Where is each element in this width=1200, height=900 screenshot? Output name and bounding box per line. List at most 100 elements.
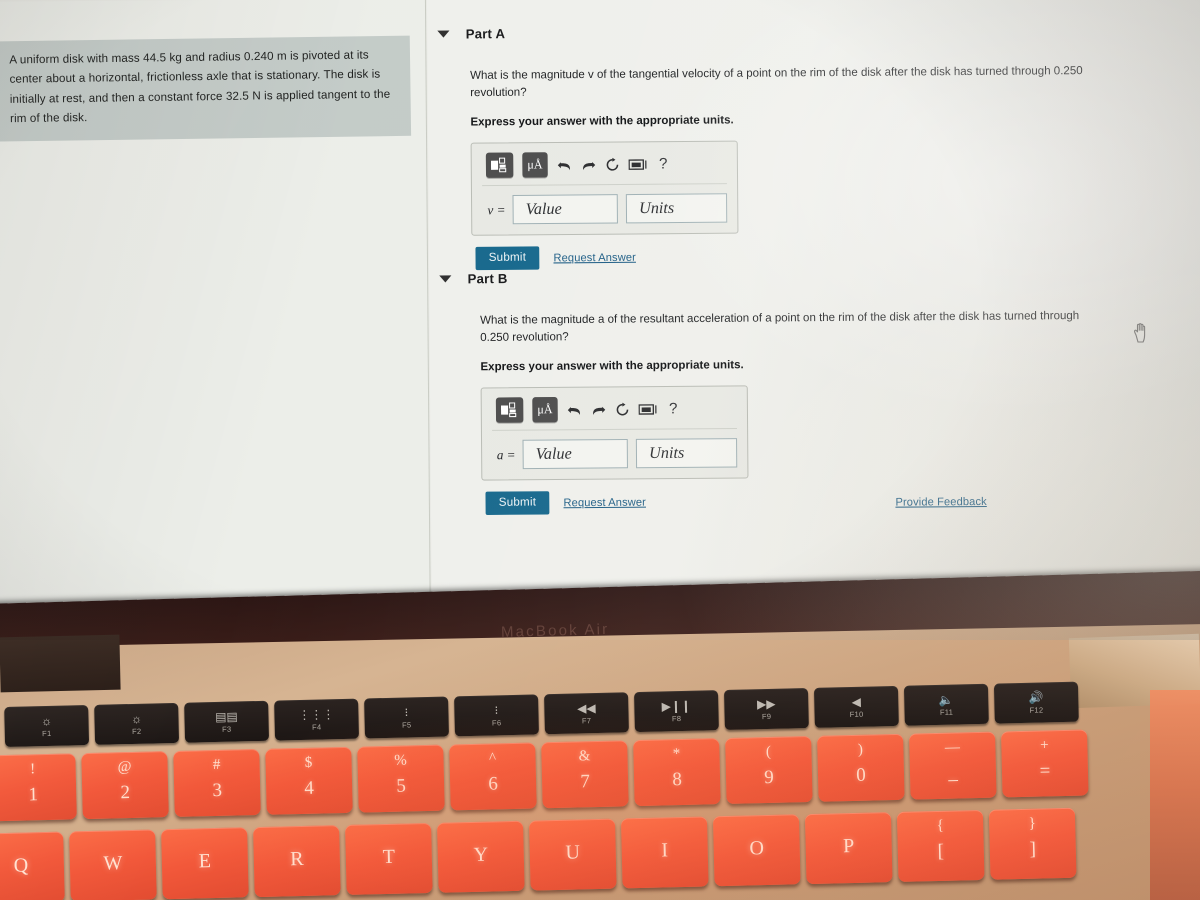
- chevron-down-icon[interactable]: [439, 275, 452, 283]
- key-e[interactable]: E: [161, 827, 249, 900]
- key-5[interactable]: % 5: [357, 744, 445, 813]
- key-_[interactable]: — _: [909, 731, 997, 800]
- letter-key-row: Q W E R T Y U I O P{[}]: [0, 807, 1077, 900]
- function-key-f1[interactable]: ☼ F1: [4, 704, 90, 747]
- key-primary-label: [: [937, 840, 945, 863]
- key-8[interactable]: * 8: [633, 738, 721, 807]
- key-3[interactable]: #3: [173, 748, 261, 817]
- math-template-icon[interactable]: [485, 152, 514, 179]
- key-primary-label: 9: [764, 766, 775, 789]
- function-key-label: F2: [131, 726, 142, 736]
- function-key-f10[interactable]: ◀ F10: [813, 685, 899, 728]
- mission-control-icon: ▤▤: [214, 708, 238, 724]
- keyboard-backlight-down-icon: ⁝: [404, 704, 409, 720]
- function-key-f9[interactable]: ▶▶ F9: [723, 688, 809, 730]
- provide-feedback-link[interactable]: Provide Feedback: [895, 496, 986, 509]
- help-icon[interactable]: ?: [659, 156, 668, 173]
- part-a-question: What is the magnitude v of the tangentia…: [470, 64, 1083, 100]
- key-7[interactable]: & 7: [541, 740, 629, 809]
- key-shift-label: !: [29, 761, 36, 778]
- part-a-header[interactable]: Part A: [427, 21, 1200, 42]
- function-key-f3[interactable]: ▤▤ F3: [184, 700, 270, 743]
- function-key-f12[interactable]: 🔊 F12: [993, 681, 1079, 724]
- function-key-f8[interactable]: ▶❙❙ F8: [634, 690, 719, 733]
- part-b-request-answer-link[interactable]: Request Answer: [563, 496, 646, 509]
- math-template-icon[interactable]: [495, 397, 524, 424]
- laptop-left-edge: [0, 634, 121, 693]
- part-a-title: Part A: [465, 26, 506, 42]
- key-shift-label: ): [857, 741, 864, 758]
- function-key-f4[interactable]: ⋮⋮⋮ F4: [274, 698, 360, 741]
- key-primary-label: Q: [13, 854, 29, 877]
- key-shift-label: ^: [488, 750, 497, 767]
- keypad-icon[interactable]: [638, 403, 660, 415]
- units-mu-angstrom-icon[interactable]: μÅ: [522, 152, 548, 178]
- function-key-label: F8: [671, 713, 682, 723]
- key-primary-label: 7: [580, 771, 591, 793]
- volume-up-icon: 🔊: [1028, 689, 1044, 705]
- part-a-units-input[interactable]: Units: [625, 193, 728, 224]
- key-r[interactable]: R: [253, 825, 341, 898]
- part-a-toolbar: μÅ ?: [481, 149, 727, 187]
- problem-statement-text: A uniform disk with mass 44.5 kg and rad…: [9, 49, 391, 126]
- key-2[interactable]: @2: [81, 751, 169, 820]
- function-key-f6[interactable]: ⁝ F6: [454, 694, 539, 737]
- part-b-units-input[interactable]: Units: [635, 438, 738, 469]
- keypad-icon[interactable]: [628, 158, 650, 170]
- part-b-title: Part B: [467, 270, 508, 287]
- key-][interactable]: }]: [988, 807, 1077, 880]
- part-b-answer-box: μÅ ? a = Value Units: [480, 385, 749, 481]
- reset-circle-icon[interactable]: [605, 157, 619, 171]
- units-mu-angstrom-icon[interactable]: μÅ: [532, 397, 558, 423]
- key-9[interactable]: (9: [725, 735, 813, 804]
- part-b-value-input[interactable]: Value: [522, 439, 628, 470]
- problem-statement-column: A uniform disk with mass 44.5 kg and rad…: [0, 0, 432, 640]
- fast-forward-icon: ▶▶: [756, 696, 776, 711]
- key-shift-label: —: [944, 739, 961, 756]
- key-1[interactable]: ! 1: [0, 753, 77, 822]
- redo-arrow-icon[interactable]: [581, 158, 596, 172]
- mute-icon: ◀: [851, 694, 862, 709]
- part-b-section: Part B What is the magnitude a of the re…: [429, 265, 1200, 516]
- key-4[interactable]: $4: [265, 746, 353, 815]
- key-t[interactable]: T: [345, 822, 433, 895]
- reset-circle-icon[interactable]: [615, 402, 629, 416]
- key-q[interactable]: Q: [0, 831, 65, 900]
- part-a-value-input[interactable]: Value: [512, 194, 618, 225]
- key-primary-label: 8: [672, 769, 683, 791]
- key-0[interactable]: ) 0: [817, 733, 905, 802]
- function-key-f11[interactable]: 🔈 F11: [903, 683, 989, 726]
- key-i[interactable]: I: [620, 816, 709, 889]
- function-key-f2[interactable]: ☼ F2: [94, 702, 180, 745]
- undo-arrow-icon[interactable]: [557, 158, 572, 172]
- key-y[interactable]: Y: [437, 820, 525, 893]
- key-primary-label: ]: [1029, 838, 1037, 860]
- key-o[interactable]: O: [712, 814, 801, 887]
- part-a-request-answer-link[interactable]: Request Answer: [553, 251, 636, 264]
- key-shift-label: *: [672, 746, 681, 763]
- key-primary-label: 5: [396, 775, 407, 797]
- part-b-button-row: Submit Request Answer: [481, 486, 1200, 516]
- redo-arrow-icon[interactable]: [591, 402, 606, 416]
- function-key-label: F9: [761, 711, 772, 721]
- volume-down-icon: 🔈: [938, 692, 954, 707]
- key-[[interactable]: {[: [896, 809, 985, 882]
- function-key-f5[interactable]: ⁝ F5: [364, 696, 449, 739]
- part-b-question: What is the magnitude a of the resultant…: [480, 309, 1080, 345]
- part-b-instruction: Express your answer with the appropriate…: [480, 359, 744, 374]
- part-a-submit-button[interactable]: Submit: [475, 246, 540, 271]
- function-key-label: F1: [42, 728, 52, 738]
- chevron-down-icon[interactable]: [437, 30, 450, 38]
- function-key-f7[interactable]: ◀◀ F7: [544, 692, 629, 735]
- key-w[interactable]: W: [69, 829, 157, 900]
- function-key-label: F5: [401, 719, 412, 730]
- launchpad-icon: ⋮⋮⋮: [298, 706, 335, 722]
- part-b-submit-button[interactable]: Submit: [485, 491, 550, 516]
- help-icon[interactable]: ?: [669, 400, 678, 417]
- key-primary-label: 4: [304, 777, 315, 799]
- key-6[interactable]: ^ 6: [449, 742, 537, 811]
- key-p[interactable]: P: [804, 812, 893, 885]
- key-=[interactable]: + =: [1001, 729, 1089, 798]
- undo-arrow-icon[interactable]: [567, 403, 582, 417]
- key-u[interactable]: U: [528, 818, 617, 891]
